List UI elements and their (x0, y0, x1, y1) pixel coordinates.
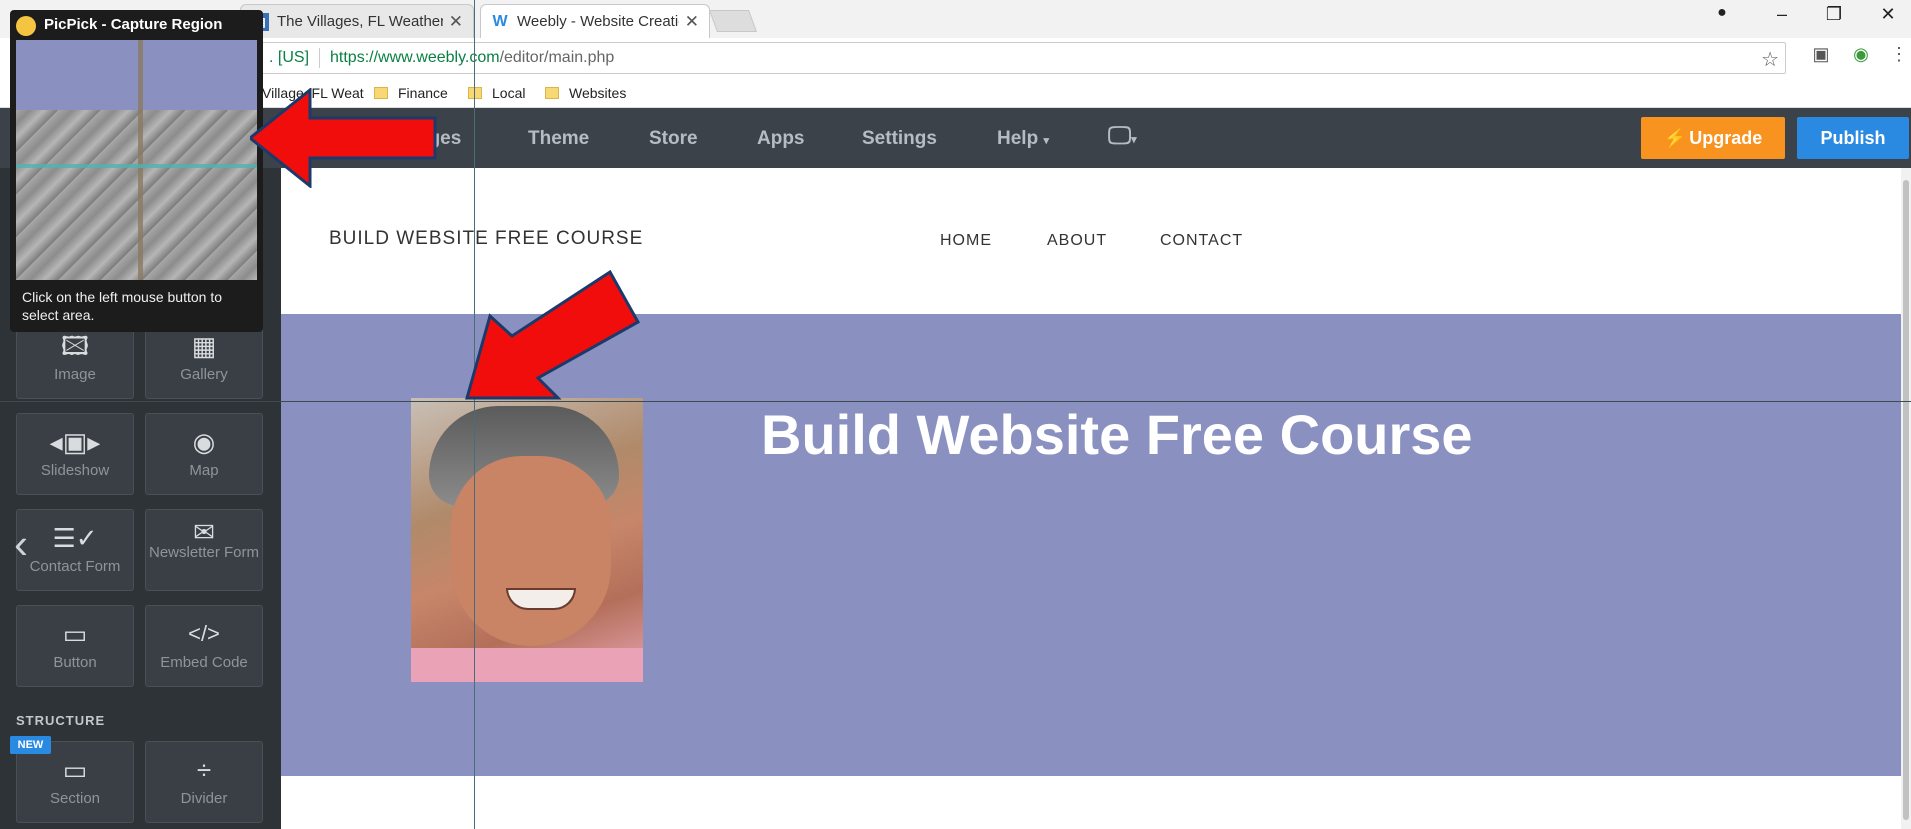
profile-photo[interactable] (411, 398, 643, 682)
bookmark-folder[interactable]: Local (468, 85, 525, 101)
picpick-title: PicPick - Capture Region (44, 16, 223, 33)
nav-help[interactable]: Help ▾ (997, 128, 1049, 150)
window-close-icon[interactable]: ✕ (1868, 4, 1908, 25)
tile-map[interactable]: ◉ Map (145, 413, 263, 495)
address-bar[interactable]: . [US] https://www.weebly.com /editor/ma… (230, 42, 1786, 74)
bookmark-label: Local (492, 85, 526, 101)
tile-label: Gallery (180, 366, 228, 383)
tile-embed-code[interactable]: </> Embed Code (145, 605, 263, 687)
tile-label: Map (189, 462, 219, 479)
magnifier-horizontal-guide (16, 164, 257, 168)
divider-icon: ÷ (196, 755, 212, 785)
collapse-panel-chevron-left-icon[interactable]: ‹ (14, 520, 28, 568)
tab-title: The Villages, FL Weather (277, 13, 443, 30)
publish-button[interactable]: Publish (1797, 117, 1909, 159)
camera-extension-icon[interactable]: ▣ (1808, 44, 1834, 65)
picpick-magnifier (16, 40, 257, 280)
bookmark-label: Websites (569, 85, 627, 101)
tile-label: Embed Code (160, 654, 248, 671)
weebly-favicon-icon: W (492, 12, 508, 30)
tab-weather[interactable]: ▦ The Villages, FL Weather ✕ (240, 4, 474, 38)
map-icon: ◉ (192, 427, 216, 457)
divider (319, 48, 321, 68)
red-arrow-left-icon (250, 88, 437, 188)
tab-weebly[interactable]: W Weebly - Website Creatio ✕ (480, 4, 710, 38)
nav-help-label: Help (997, 128, 1039, 149)
device-preview-button[interactable]: 🖵▾ (1108, 122, 1137, 150)
menu-icon[interactable]: ⋮ (1886, 44, 1911, 65)
tab-title: Weebly - Website Creatio (517, 13, 679, 30)
lightning-icon: ⚡ (1663, 127, 1687, 148)
photo-smile (506, 588, 576, 610)
chevron-down-icon: ▾ (1131, 134, 1137, 146)
button-icon: ▭ (62, 619, 88, 649)
magnifier-photo-area (16, 110, 257, 280)
tile-label: Newsletter Form (148, 544, 260, 561)
photo-face (451, 456, 611, 646)
folder-icon (468, 87, 482, 99)
upgrade-label: Upgrade (1689, 127, 1763, 148)
address-row: . [US] https://www.weebly.com /editor/ma… (0, 38, 1911, 80)
tile-newsletter-form[interactable]: ✉ Newsletter Form (145, 509, 263, 591)
contact-form-icon: ☰✓ (52, 523, 98, 553)
nav-theme[interactable]: Theme (528, 128, 589, 150)
profile-icon[interactable]: ● (1702, 4, 1742, 22)
star-icon[interactable]: ☆ (1761, 47, 1779, 72)
image-icon: 🖾 (60, 331, 90, 361)
gallery-icon: ▦ (191, 331, 217, 361)
banner-headline[interactable]: Build Website Free Course (761, 402, 1473, 467)
tile-label: Divider (180, 790, 228, 807)
crosshair-vertical-line (474, 0, 475, 829)
photo-shirt (411, 648, 643, 682)
tile-contact-form[interactable]: ☰✓ Contact Form (16, 509, 134, 591)
close-icon[interactable]: ✕ (449, 12, 463, 32)
bookmark-folder[interactable]: Websites (545, 85, 626, 101)
close-icon[interactable]: ✕ (685, 12, 699, 32)
tab-strip: ▦ The Villages, FL Weather ✕ W Weebly - … (0, 0, 1911, 38)
security-indicator: . [US] (269, 49, 310, 66)
code-icon: </> (188, 621, 220, 646)
chevron-down-icon: ▾ (1043, 135, 1049, 147)
picpick-logo-icon (16, 16, 36, 36)
minimize-icon[interactable]: – (1762, 4, 1802, 25)
tile-label: Image (54, 366, 96, 383)
tile-button[interactable]: ▭ Button (16, 605, 134, 687)
crosshair-horizontal-line (0, 401, 1911, 402)
tile-label: Section (49, 790, 101, 807)
site-nav-about[interactable]: ABOUT (1047, 232, 1107, 250)
new-tab-button[interactable] (708, 10, 758, 32)
new-badge-overlay: NEW (10, 736, 51, 754)
tile-label: Slideshow (40, 462, 110, 479)
tile-label: Contact Form (29, 558, 121, 575)
nav-settings[interactable]: Settings (862, 128, 937, 150)
tile-label: Button (53, 654, 97, 671)
tile-divider[interactable]: ÷ Divider (145, 741, 263, 823)
canvas-scrollbar-thumb[interactable] (1903, 180, 1909, 820)
monitor-icon: 🖵 (1108, 122, 1132, 149)
upgrade-button[interactable]: ⚡ Upgrade (1641, 117, 1785, 159)
picpick-capture-popup: PicPick - Capture Region Click on the le… (10, 10, 263, 332)
site-title[interactable]: BUILD WEBSITE FREE COURSE (329, 228, 643, 250)
nav-apps[interactable]: Apps (757, 128, 805, 150)
section-icon: ▭ (62, 755, 88, 785)
structure-heading: STRUCTURE (16, 713, 106, 728)
tile-slideshow[interactable]: ◂▣▸ Slideshow (16, 413, 134, 495)
folder-icon (545, 87, 559, 99)
extension-icon[interactable]: ◉ (1848, 44, 1874, 65)
magnifier-vertical-guide (138, 40, 143, 280)
picpick-instruction: Click on the left mouse button to select… (22, 289, 222, 323)
url-path: /editor/main.php (499, 49, 615, 66)
site-nav-contact[interactable]: CONTACT (1160, 232, 1243, 250)
restore-icon[interactable]: ❐ (1814, 4, 1854, 25)
site-nav-home[interactable]: HOME (940, 232, 992, 250)
envelope-icon: ✉ (193, 517, 215, 547)
slideshow-icon: ◂▣▸ (49, 427, 101, 457)
nav-store[interactable]: Store (649, 128, 698, 150)
red-arrow-diagonal-icon (465, 269, 641, 400)
screen: ▦ The Villages, FL Weather ✕ W Weebly - … (0, 0, 1911, 829)
magnifier-banner-area (16, 40, 257, 110)
